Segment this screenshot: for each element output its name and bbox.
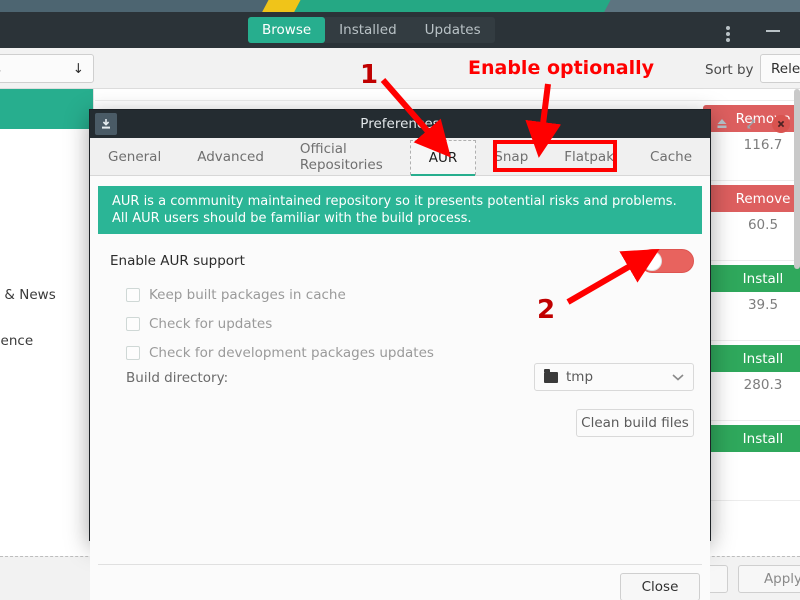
resize-window-icon[interactable] (743, 116, 759, 132)
build-directory-dropdown[interactable]: tmp (534, 363, 694, 391)
categories-dropdown[interactable]: ories ↓ (0, 54, 94, 83)
remove-button[interactable]: Remove (703, 185, 800, 212)
sidebar-item-security[interactable]: ry (0, 229, 93, 269)
sidebar-item-selected[interactable] (0, 89, 93, 129)
checkbox-icon (126, 346, 140, 360)
desktop-wallpaper (0, 0, 800, 12)
checkbox-check-dev-packages[interactable]: Check for development packages updates (126, 340, 586, 366)
scrollbar[interactable] (794, 89, 800, 269)
screen-root: Browse Installed Updates ories ↓ Sort by… (0, 0, 800, 600)
tab-installed[interactable]: Installed (325, 17, 411, 43)
dialog-titlebar: Preferences (90, 110, 710, 138)
close-icon[interactable] (772, 115, 790, 133)
banner-line-1: AUR is a community maintained repository… (112, 194, 677, 209)
categories-label: ories (0, 61, 1, 77)
close-button[interactable]: Close (620, 573, 700, 600)
sort-by-label: Sort by (705, 62, 754, 78)
tab-flatpak[interactable]: Flatpak (546, 138, 632, 175)
package-size: 280.3 (743, 377, 783, 393)
sort-value: Relevance (771, 60, 800, 77)
tab-aur[interactable]: AUR (409, 140, 477, 177)
chevron-down-icon: ↓ (72, 60, 84, 77)
minimize-icon[interactable] (766, 30, 780, 32)
table-row[interactable]: Firefox (firefox) 70.0.1 Remove 213.7 (95, 89, 800, 101)
package-size: 60.5 (747, 217, 779, 233)
chevron-down-icon (672, 374, 684, 381)
apply-button[interactable]: Apply (738, 565, 800, 593)
checkbox-check-for-updates[interactable]: Check for updates (126, 311, 546, 337)
preferences-dialog: Preferences General Advanced Official Re… (89, 109, 790, 600)
tab-official-repositories[interactable]: Official Repositories (282, 138, 410, 175)
dialog-tabs: General Advanced Official Repositories A… (90, 138, 710, 177)
sidebar-item-video[interactable]: deo (0, 137, 93, 177)
checkbox-icon (126, 288, 140, 302)
package-size: 39.5 (747, 297, 779, 313)
banner-line-2: All AUR users should be familiar with th… (112, 211, 472, 226)
checkbox-icon (126, 317, 140, 331)
install-button[interactable]: Install (703, 345, 800, 372)
package-size: 116.7 (743, 137, 783, 153)
tab-browse[interactable]: Browse (248, 17, 326, 43)
dialog-separator (98, 564, 702, 565)
enable-aur-toggle[interactable] (640, 249, 694, 273)
sidebar-item-education-news[interactable]: ation & News (0, 275, 93, 315)
checkbox-label: Check for development packages updates (149, 345, 434, 361)
install-button[interactable]: Install (703, 425, 800, 452)
build-directory-value: tmp (566, 369, 594, 385)
checkbox-label: Check for updates (149, 316, 273, 332)
toggle-knob (642, 251, 662, 271)
sort-dropdown[interactable]: Relevance (760, 54, 800, 83)
kebab-menu-icon[interactable] (726, 26, 730, 42)
dialog-title: Preferences (360, 116, 440, 132)
tab-cache[interactable]: Cache (632, 138, 710, 175)
tab-snap[interactable]: Snap (476, 138, 546, 175)
enable-aur-row: Enable AUR support (110, 249, 694, 276)
app-toolbar: ories ↓ Sort by Relevance (0, 48, 800, 89)
folder-icon (544, 368, 558, 383)
app-titlebar: Browse Installed Updates (0, 12, 800, 48)
dialog-body: AUR is a community maintained repository… (90, 176, 710, 600)
wallpaper-grey-shape (602, 0, 800, 12)
sidebar: deo udio ry ation & News & Science ent (0, 89, 94, 568)
build-directory-label: Build directory: (126, 370, 229, 386)
aur-warning-banner: AUR is a community maintained repository… (98, 186, 702, 234)
shade-window-icon[interactable] (714, 116, 730, 132)
sidebar-item-maths-science[interactable]: & Science (0, 321, 93, 361)
enable-aur-label: Enable AUR support (110, 253, 245, 269)
checkbox-label: Keep built packages in cache (149, 287, 346, 303)
wallpaper-teal-shape (292, 0, 638, 12)
tab-advanced[interactable]: Advanced (179, 138, 282, 175)
tab-general[interactable]: General (90, 138, 179, 175)
checkbox-keep-built-packages[interactable]: Keep built packages in cache (126, 282, 546, 308)
sidebar-item-development[interactable]: ent (0, 471, 93, 511)
clean-build-files-button[interactable]: Clean build files (576, 409, 694, 437)
tab-updates[interactable]: Updates (411, 17, 495, 43)
app-tab-group: Browse Installed Updates (248, 17, 495, 43)
install-button[interactable]: Install (703, 265, 800, 292)
sidebar-item-audio[interactable]: udio (0, 183, 93, 223)
